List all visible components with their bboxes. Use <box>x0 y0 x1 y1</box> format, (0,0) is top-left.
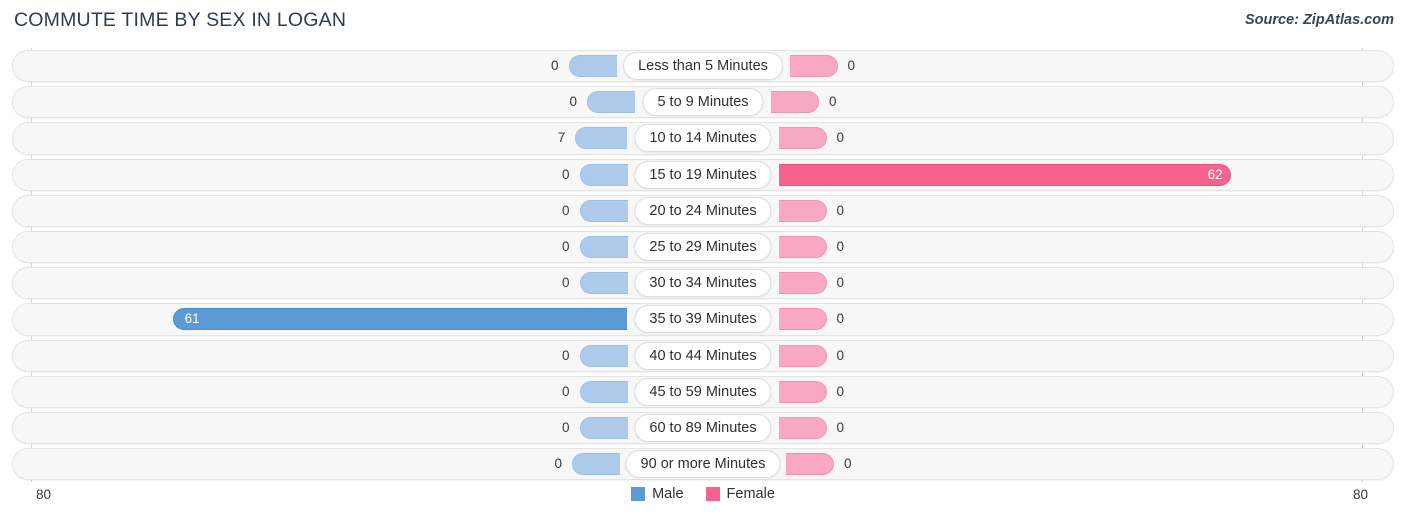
category-label-pill: 30 to 34 Minutes <box>634 269 772 298</box>
female-bar[interactable] <box>786 453 834 476</box>
plot-area: 0 0 Less than 5 Minutes 0 0 5 to 9 Minutes 7 0 1… <box>0 48 1406 482</box>
page-title: COMMUTE TIME BY SEX IN LOGAN <box>14 9 347 31</box>
row-bars: 61 0 35 to 39 Minutes <box>0 301 1406 337</box>
table-row: 0 62 15 to 19 Minutes <box>0 157 1406 193</box>
bar-rows: 0 0 Less than 5 Minutes 0 0 5 to 9 Minutes 7 0 1… <box>0 48 1406 482</box>
category-label-pill: 90 or more Minutes <box>625 450 781 479</box>
category-label-pill: 10 to 14 Minutes <box>634 124 772 153</box>
male-value-label: 0 <box>561 238 570 254</box>
category-label-pill: Less than 5 Minutes <box>623 52 783 80</box>
male-value-label: 0 <box>569 94 577 110</box>
category-label-pill: 15 to 19 Minutes <box>634 160 772 189</box>
female-bar[interactable] <box>778 127 827 150</box>
category-label-pill: 45 to 59 Minutes <box>634 377 772 406</box>
table-row: 0 0 Less than 5 Minutes <box>0 48 1406 84</box>
female-bar[interactable] <box>778 344 827 367</box>
female-value-label: 0 <box>836 347 845 363</box>
table-row: 0 0 40 to 44 Minutes <box>0 338 1406 374</box>
male-bar[interactable] <box>172 308 628 331</box>
table-row: 7 0 10 to 14 Minutes <box>0 120 1406 156</box>
legend-swatch-icon <box>631 487 646 501</box>
row-bars: 0 0 45 to 59 Minutes <box>0 374 1406 410</box>
legend-item-female[interactable]: Female <box>705 486 775 502</box>
female-value-label: 0 <box>847 58 856 73</box>
female-value-label: 0 <box>836 275 845 291</box>
row-bars: 0 0 5 to 9 Minutes <box>0 84 1406 120</box>
legend-label: Male <box>652 486 684 502</box>
source-attribution: Source: ZipAtlas.com <box>1244 12 1394 28</box>
commute-time-chart: COMMUTE TIME BY SEX IN LOGAN Source: Zip… <box>0 0 1406 522</box>
male-bar[interactable] <box>579 163 628 186</box>
male-value-label: 0 <box>554 456 562 472</box>
table-row: 0 0 30 to 34 Minutes <box>0 265 1406 301</box>
row-bars: 0 0 40 to 44 Minutes <box>0 338 1406 374</box>
male-bar[interactable] <box>579 199 628 222</box>
male-value-label: 0 <box>561 275 570 291</box>
male-value-label: 0 <box>561 347 570 363</box>
chart-legend: Male Female <box>0 486 1406 502</box>
male-value-label: 61 <box>184 311 200 327</box>
female-value-label: 0 <box>836 202 845 218</box>
chart-footer: 80 80 Male Female <box>0 482 1406 522</box>
row-bars: 0 0 30 to 34 Minutes <box>0 265 1406 301</box>
male-value-label: 0 <box>550 58 559 73</box>
female-bar[interactable] <box>778 416 827 439</box>
row-bars: 0 0 90 or more Minutes <box>0 446 1406 482</box>
male-bar[interactable] <box>572 453 620 476</box>
male-value-label: 0 <box>561 419 570 435</box>
female-bar[interactable] <box>771 91 819 114</box>
male-bar[interactable] <box>579 380 628 403</box>
female-value-label: 0 <box>844 456 852 472</box>
female-bar[interactable] <box>778 308 827 331</box>
male-value-label: 0 <box>561 166 570 182</box>
female-value-label: 62 <box>1207 166 1223 182</box>
male-bar[interactable] <box>568 55 617 77</box>
category-label-pill: 20 to 24 Minutes <box>634 196 772 225</box>
table-row: 61 0 35 to 39 Minutes <box>0 301 1406 337</box>
male-bar[interactable] <box>579 272 628 295</box>
female-bar[interactable] <box>778 272 827 295</box>
legend-label: Female <box>726 486 775 502</box>
table-row: 0 0 5 to 9 Minutes <box>0 84 1406 120</box>
female-bar[interactable] <box>778 380 827 403</box>
female-value-label: 0 <box>836 311 845 327</box>
female-bar[interactable] <box>778 163 1231 186</box>
legend-swatch-icon <box>705 487 720 501</box>
female-value-label: 0 <box>836 238 845 254</box>
female-value-label: 0 <box>836 383 845 399</box>
female-bar[interactable] <box>789 55 838 77</box>
male-bar[interactable] <box>579 235 628 258</box>
row-bars: 0 0 Less than 5 Minutes <box>0 48 1406 84</box>
category-label-pill: 60 to 89 Minutes <box>634 413 772 442</box>
male-value-label: 0 <box>561 202 570 218</box>
row-bars: 0 62 15 to 19 Minutes <box>0 157 1406 193</box>
table-row: 0 0 90 or more Minutes <box>0 446 1406 482</box>
legend-item-male[interactable]: Male <box>631 486 684 502</box>
category-label-pill: 35 to 39 Minutes <box>634 305 772 334</box>
table-row: 0 0 20 to 24 Minutes <box>0 193 1406 229</box>
row-bars: 0 0 25 to 29 Minutes <box>0 229 1406 265</box>
table-row: 0 0 25 to 29 Minutes <box>0 229 1406 265</box>
category-label-pill: 5 to 9 Minutes <box>642 88 764 117</box>
row-bars: 0 0 20 to 24 Minutes <box>0 193 1406 229</box>
female-value-label: 0 <box>836 419 845 435</box>
male-bar[interactable] <box>579 344 628 367</box>
male-bar[interactable] <box>587 91 635 114</box>
male-bar[interactable] <box>579 416 628 439</box>
female-value-label: 0 <box>829 94 837 110</box>
female-bar[interactable] <box>778 235 827 258</box>
chart-header: COMMUTE TIME BY SEX IN LOGAN Source: Zip… <box>0 0 1406 44</box>
category-label-pill: 40 to 44 Minutes <box>634 341 772 370</box>
male-bar[interactable] <box>575 127 628 150</box>
female-bar[interactable] <box>778 199 827 222</box>
table-row: 0 0 45 to 59 Minutes <box>0 374 1406 410</box>
male-value-label: 7 <box>557 130 566 146</box>
table-row: 0 0 60 to 89 Minutes <box>0 410 1406 446</box>
category-label-pill: 25 to 29 Minutes <box>634 232 772 261</box>
row-bars: 7 0 10 to 14 Minutes <box>0 120 1406 156</box>
male-value-label: 0 <box>561 383 570 399</box>
female-value-label: 0 <box>836 130 845 146</box>
row-bars: 0 0 60 to 89 Minutes <box>0 410 1406 446</box>
